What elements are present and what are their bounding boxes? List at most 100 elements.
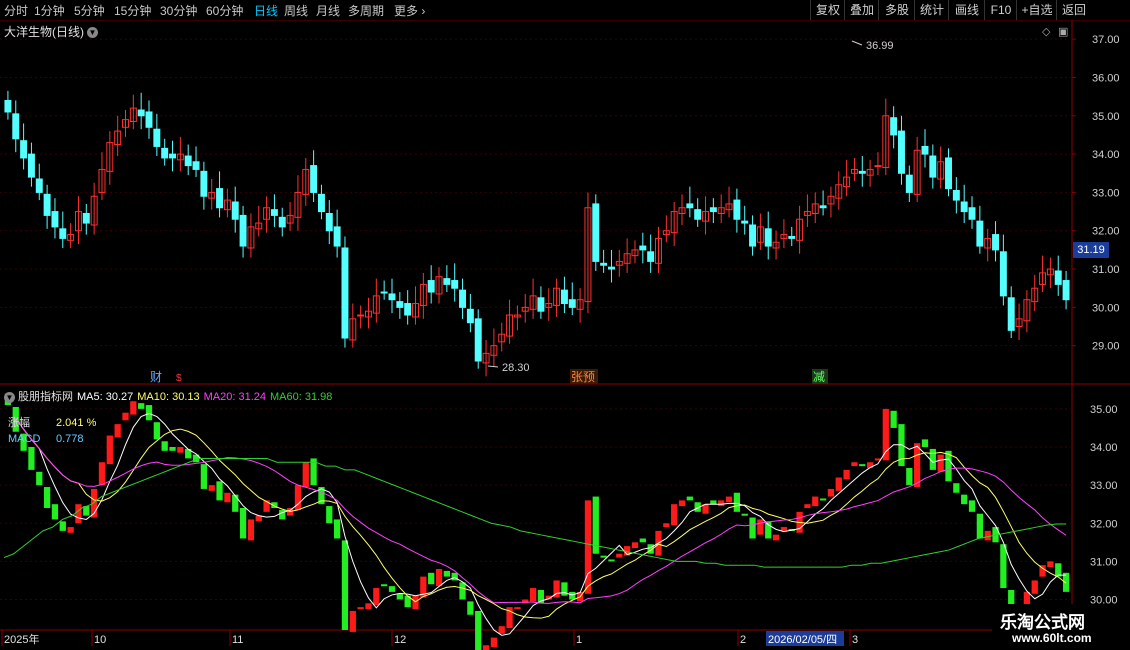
main-candle-76	[600, 262, 608, 266]
ind-candle-135	[1062, 572, 1070, 592]
ind-candle-4	[36, 471, 43, 486]
ind-candle-43	[341, 540, 349, 630]
y-tick-main-0: 37.00	[1092, 34, 1120, 46]
ind-candle-106	[835, 477, 842, 491]
chart-canvas[interactable]: 37.00 36.00 35.00 34.00 33.00 32.00 31.00 30.00…	[0, 0, 1130, 650]
ind-candle-9	[75, 504, 82, 524]
main-candle-4	[35, 178, 43, 193]
ind-candle-49	[388, 586, 396, 592]
zf-label: 涨幅	[8, 416, 30, 429]
marker-dollar: $	[176, 373, 182, 384]
main-candle-27	[216, 188, 224, 209]
main-candle-113	[890, 117, 898, 136]
ind-candle-65	[514, 607, 521, 610]
indicator-name: 股朋指标网	[18, 391, 73, 403]
ind-candle-123	[968, 500, 976, 512]
main-candle-25	[200, 170, 208, 197]
ind-candle-125	[984, 530, 991, 541]
ma5-label: MA5: 30.27	[77, 391, 134, 403]
last-price-tag: 31.19	[1073, 242, 1109, 258]
date-highlight: 2026/02/05/四	[768, 634, 837, 646]
main-candle-58	[459, 289, 467, 308]
ma10-label: MA10: 30.13	[137, 391, 200, 403]
main-candle-127	[999, 251, 1007, 297]
main-candle-72	[568, 299, 576, 308]
ind-candle-38	[302, 462, 309, 488]
indicator-title: ▼ 股朋指标网 MA5: 30.27 MA10: 30.13 MA20: 31.24 MA…	[4, 388, 336, 404]
ind-candle-12	[98, 462, 106, 486]
ind-candle-20	[161, 441, 168, 451]
date-label-3: 12	[394, 634, 406, 646]
low-pointer	[487, 365, 499, 368]
ind-candle-94	[741, 513, 748, 516]
ind-candle-6	[51, 504, 59, 520]
main-candle-39	[310, 165, 318, 193]
ind-candle-56	[443, 570, 450, 577]
marker-zhangyu: 张预	[571, 370, 595, 384]
ind-candle-108	[851, 462, 858, 467]
ind-candle-50	[396, 593, 403, 600]
main-candle-17	[137, 109, 145, 117]
main-candle-10	[82, 212, 90, 224]
chevron-down-icon[interactable]: ▼	[4, 391, 15, 403]
main-candle-48	[380, 291, 388, 294]
main-candle-97	[764, 228, 772, 247]
ind-candle-133	[1047, 561, 1054, 568]
ind-candle-113	[890, 410, 897, 428]
ind-candle-18	[145, 405, 153, 421]
main-candle-121	[952, 190, 960, 201]
main-candle-3	[27, 153, 35, 178]
ind-candle-77	[608, 559, 615, 562]
ind-candle-59	[467, 601, 474, 615]
y-tick-main-6: 31.00	[1092, 264, 1120, 276]
ind-candle-92	[725, 496, 733, 503]
ind-candle-27	[216, 481, 223, 501]
main-candle-59	[466, 308, 474, 324]
ind-candle-78	[616, 553, 623, 558]
ind-candle-5	[43, 487, 51, 508]
ind-candle-115	[906, 467, 913, 486]
y-tick-main-3: 34.00	[1092, 149, 1120, 161]
ind-candle-47	[373, 588, 380, 606]
main-candle-118	[929, 155, 937, 178]
main-candle-34	[270, 209, 278, 216]
ind-candle-112	[882, 408, 889, 461]
main-candle-35	[278, 216, 286, 228]
ind-candle-29	[232, 494, 239, 512]
main-candle-20	[161, 147, 169, 159]
ind-candle-67	[529, 588, 537, 602]
ind-candle-109	[859, 464, 866, 467]
y-tick-main-1: 36.00	[1092, 72, 1120, 84]
ma20-label: MA20: 31.24	[203, 391, 267, 403]
main-candle-128	[1007, 297, 1015, 331]
ind-candle-19	[153, 422, 160, 440]
low-price-label: 28.30	[502, 362, 530, 374]
ind-candle-84	[663, 523, 670, 528]
ind-candle-46	[365, 603, 372, 610]
ind-candle-99	[780, 527, 788, 531]
main-candle-95	[749, 224, 757, 247]
y-tick-ind-2: 33.00	[1090, 480, 1118, 492]
watermark-url: www.60lt.com	[1012, 631, 1092, 645]
ind-candle-95	[749, 517, 756, 539]
ind-candle-44	[349, 610, 356, 632]
ind-candle-15	[122, 412, 129, 421]
ind-candle-131	[1031, 580, 1038, 594]
ind-candle-58	[459, 582, 466, 600]
ind-candle-103	[812, 496, 819, 507]
ind-candle-81	[639, 538, 646, 543]
ind-candle-57	[451, 572, 458, 581]
high-price-label: 36.99	[866, 40, 894, 52]
ind-candle-30	[239, 508, 247, 539]
main-candle-77	[607, 266, 615, 270]
main-candle-45	[357, 314, 365, 317]
watermark-title: 乐淘公式网	[1000, 613, 1085, 632]
y-tick-main-8: 29.00	[1092, 341, 1120, 353]
main-candle-2	[20, 140, 28, 159]
ind-candle-105	[827, 488, 835, 497]
main-candle-0	[4, 99, 12, 113]
y-tick-ind-0: 35.00	[1090, 404, 1118, 416]
ind-candle-14	[114, 424, 121, 438]
ind-candle-76	[600, 555, 607, 558]
main-candle-21	[169, 153, 177, 159]
